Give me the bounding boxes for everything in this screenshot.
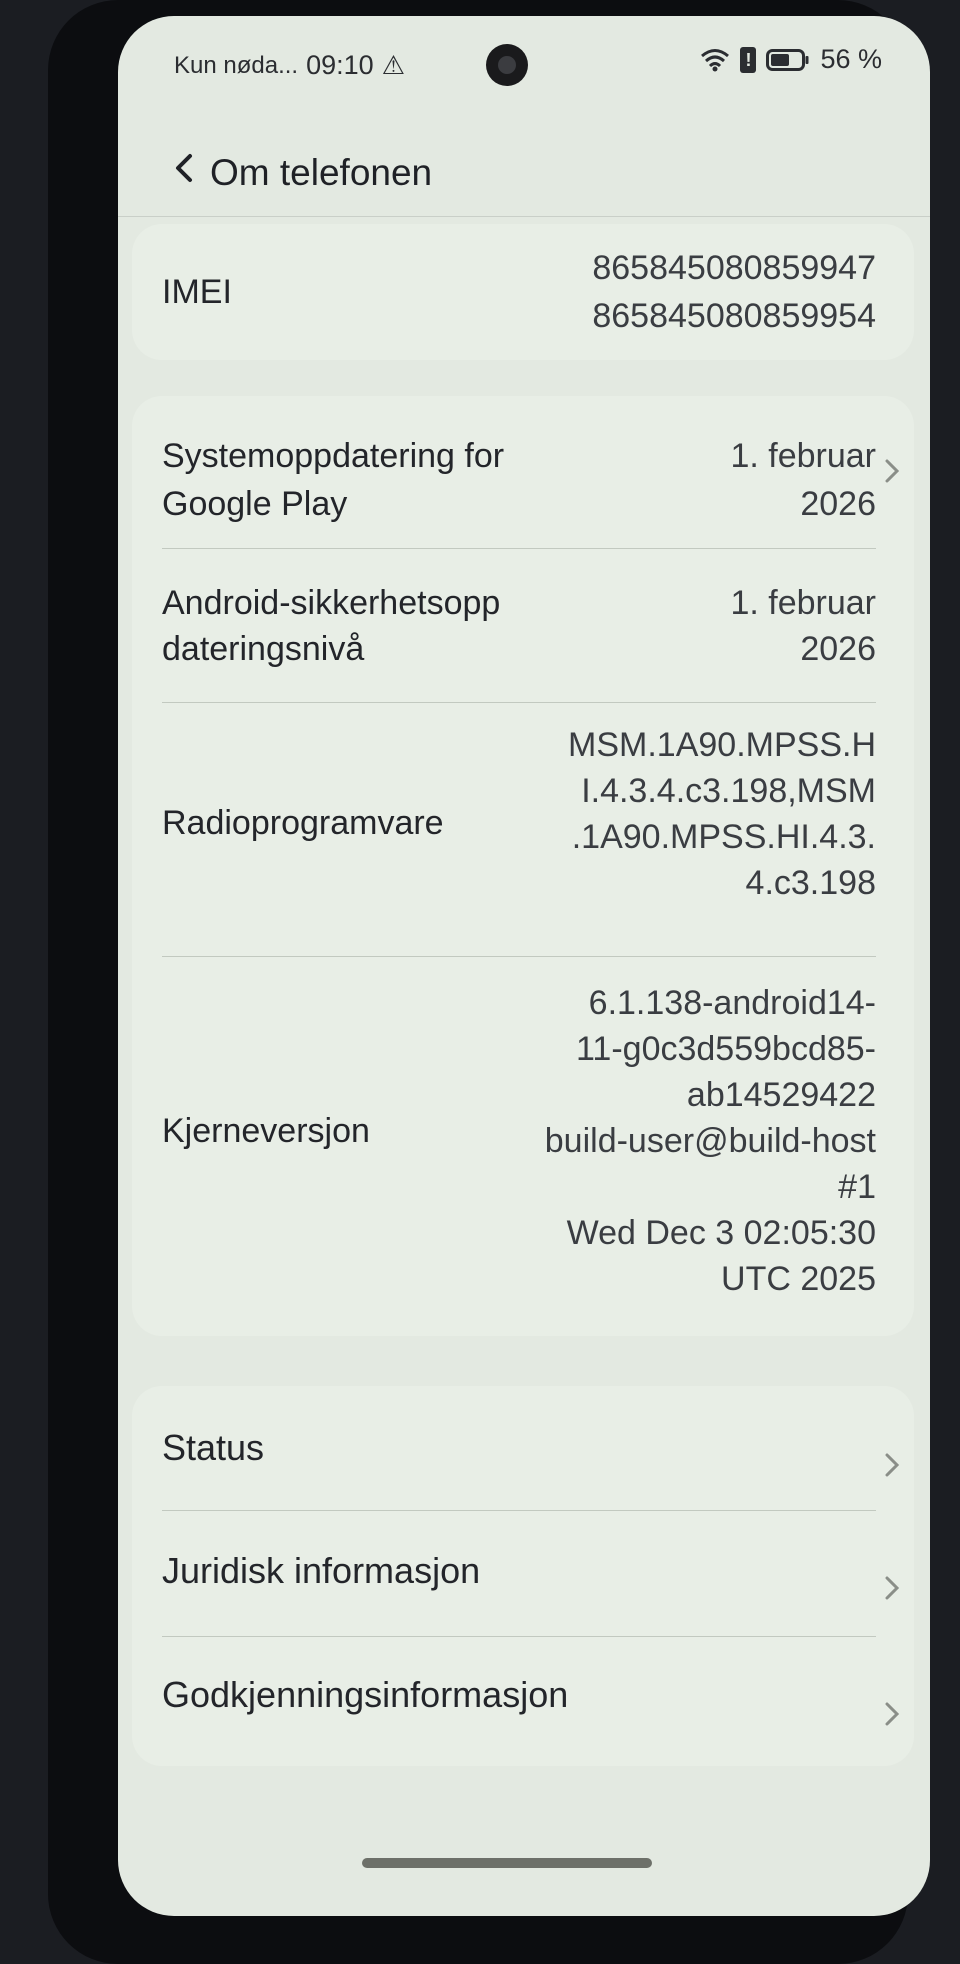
status-right: ! 56 % [700,44,882,75]
chevron-right-icon [882,1699,902,1729]
baseband-line: 4.c3.198 [745,864,876,902]
play-update-label-2: Google Play [162,485,348,523]
kernel-line: Wed Dec 3 02:05:30 [566,1214,876,1252]
page-title: Om telefonen [210,152,433,193]
security-patch-value-2: 2026 [800,630,876,668]
kernel-line: build-user@build-host [544,1122,876,1160]
phone-frame: Kun nøda... 09:10 ⚠ ! 56 % Om telefonen … [48,0,930,1964]
play-update-label-1: Systemoppdatering for [162,437,505,475]
approval-info-label: Godkjenningsinformasjon [162,1674,569,1715]
play-update-value-2: 2026 [800,485,876,523]
screen: Kun nøda... 09:10 ⚠ ! 56 % Om telefonen … [118,16,930,1916]
legal-info-label: Juridisk informasjon [162,1550,481,1591]
status-bar: Kun nøda... 09:10 ⚠ ! 56 % [118,16,930,106]
chevron-left-icon[interactable] [166,148,206,188]
chevron-right-icon [882,1450,902,1480]
front-camera [486,44,528,86]
wifi-icon [700,48,730,72]
baseband-label: Radioprogramvare [162,804,444,842]
approval-info-row[interactable]: Godkjenningsinformasjon [132,1637,914,1761]
kernel-line: 6.1.138-android14- [588,984,876,1022]
imei-label: IMEI [162,273,232,311]
play-update-row[interactable]: Systemoppdatering for Google Play 1. feb… [132,396,914,548]
top-app-bar: Om telefonen [118,126,930,217]
warning-icon: ⚠ [381,50,405,80]
status-label: Status [162,1427,265,1468]
kernel-row: Kjerneversjon 6.1.138-android14- 11-g0c3… [132,957,914,1335]
security-patch-value-1: 1. februar [730,584,876,622]
kernel-label: Kjerneversjon [162,1112,370,1150]
imei-value-2: 865845080859954 [592,297,876,335]
status-row[interactable]: Status [132,1386,914,1510]
baseband-line: I.4.3.4.c3.198,MSM [581,772,876,810]
chevron-right-icon [882,456,902,486]
chevron-right-icon [882,1573,902,1603]
security-patch-label-2: dateringsnivå [162,630,365,668]
security-patch-row: Android-sikkerhetsopp dateringsnivå 1. f… [132,549,914,701]
alert-icon: ! [740,46,757,73]
navigation-card: Status Juridisk informasjon Godkjennings… [132,1386,914,1766]
imei-value-1: 865845080859947 [592,249,876,287]
status-left: Kun nøda... 09:10 ⚠ [174,50,405,81]
imei-row[interactable]: IMEI 865845080859947 865845080859954 [132,224,914,360]
battery-icon [766,48,810,71]
kernel-line: ab14529422 [686,1076,876,1114]
kernel-line: UTC 2025 [721,1260,876,1298]
software-info-card: Systemoppdatering for Google Play 1. feb… [132,396,914,1336]
baseband-line: MSM.1A90.MPSS.H [568,726,876,764]
imei-card: IMEI 865845080859947 865845080859954 [132,224,914,360]
kernel-line: 11-g0c3d559bcd85- [576,1030,876,1068]
battery-percent: 56 % [820,44,882,74]
kernel-line: #1 [838,1168,876,1206]
security-patch-label-1: Android-sikkerhetsopp [162,584,501,622]
clock: 09:10 [306,50,374,80]
carrier-text: Kun nøda... [174,51,299,79]
baseband-line: .1A90.MPSS.HI.4.3. [571,818,876,856]
play-update-value-1: 1. februar [730,437,876,475]
home-indicator[interactable] [362,1858,652,1868]
baseband-row: Radioprogramvare MSM.1A90.MPSS.H I.4.3.4… [132,703,914,943]
legal-info-row[interactable]: Juridisk informasjon [132,1511,914,1635]
